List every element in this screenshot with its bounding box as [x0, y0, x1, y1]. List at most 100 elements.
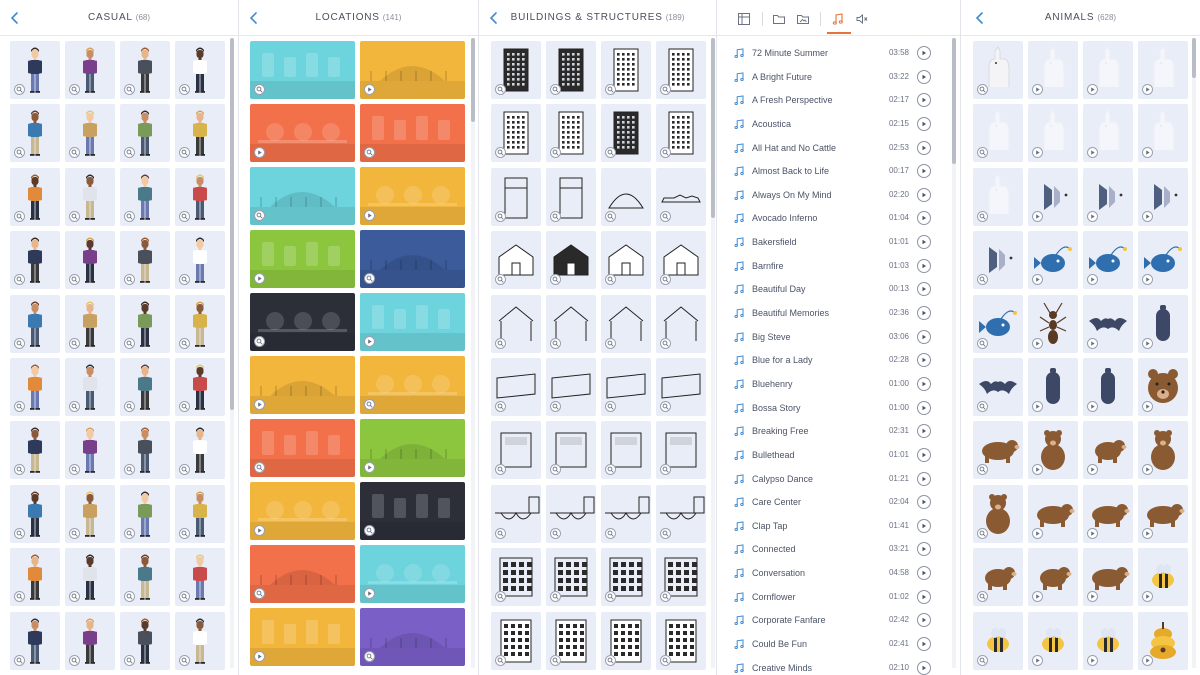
scrollbar-thumb[interactable]: [1192, 38, 1196, 78]
music-track-row[interactable]: Cornflower 01:02: [717, 586, 939, 610]
music-track-row[interactable]: Bluehenry 01:00: [717, 373, 939, 397]
animal-tile[interactable]: [1028, 484, 1078, 543]
play-badge[interactable]: [1032, 400, 1043, 412]
building-tile[interactable]: [656, 167, 706, 226]
animal-tile[interactable]: [1028, 41, 1078, 99]
location-tile[interactable]: [360, 230, 465, 288]
character-tile[interactable]: [65, 421, 115, 480]
zoom-badge[interactable]: [605, 654, 616, 666]
zoom-badge[interactable]: [605, 527, 616, 539]
building-tile[interactable]: [546, 41, 596, 99]
zoom-badge[interactable]: [977, 654, 988, 666]
music-track-row[interactable]: Care Center 02:04: [717, 491, 939, 515]
scrollbar-thumb[interactable]: [952, 38, 956, 164]
play-badge[interactable]: [1142, 84, 1153, 95]
animal-tile[interactable]: [1028, 294, 1078, 353]
music-track-row[interactable]: Avocado Inferno 01:04: [717, 207, 939, 231]
character-tile[interactable]: [120, 548, 170, 607]
character-tile[interactable]: [120, 484, 170, 543]
character-tile[interactable]: [10, 167, 60, 226]
play-badge[interactable]: [1032, 210, 1043, 222]
play-badge[interactable]: [364, 462, 375, 473]
location-tile[interactable]: [250, 104, 355, 162]
building-tile[interactable]: [656, 484, 706, 543]
zoom-badge[interactable]: [69, 400, 80, 412]
character-tile[interactable]: [175, 421, 225, 480]
play-badge[interactable]: [1142, 337, 1153, 349]
tab-folder[interactable]: [768, 8, 790, 30]
music-track-row[interactable]: Beautiful Day 00:13: [717, 278, 939, 302]
zoom-badge[interactable]: [550, 654, 561, 666]
animal-tile[interactable]: [1028, 548, 1078, 607]
zoom-badge[interactable]: [254, 462, 265, 473]
play-button[interactable]: [917, 164, 931, 179]
play-badge[interactable]: [364, 336, 375, 347]
building-tile[interactable]: [491, 548, 541, 607]
animal-tile[interactable]: [973, 421, 1023, 480]
zoom-badge[interactable]: [495, 527, 506, 539]
building-tile[interactable]: [491, 104, 541, 163]
character-tile[interactable]: [175, 104, 225, 163]
zoom-badge[interactable]: [977, 84, 988, 95]
animal-tile[interactable]: [1138, 104, 1188, 163]
building-tile[interactable]: [546, 421, 596, 480]
location-tile[interactable]: [360, 419, 465, 477]
zoom-badge[interactable]: [605, 337, 616, 349]
animal-tile[interactable]: [1138, 548, 1188, 607]
zoom-badge[interactable]: [14, 527, 25, 539]
zoom-badge[interactable]: [364, 399, 375, 410]
character-tile[interactable]: [120, 611, 170, 670]
zoom-badge[interactable]: [364, 273, 375, 284]
location-tile[interactable]: [360, 608, 465, 666]
play-badge[interactable]: [364, 588, 375, 599]
zoom-badge[interactable]: [660, 84, 671, 95]
character-tile[interactable]: [120, 231, 170, 290]
zoom-badge[interactable]: [364, 525, 375, 536]
location-tile[interactable]: [360, 545, 465, 603]
zoom-badge[interactable]: [660, 654, 671, 666]
zoom-badge[interactable]: [179, 654, 190, 666]
music-track-row[interactable]: Clap Tap 01:41: [717, 515, 939, 539]
zoom-badge[interactable]: [124, 337, 135, 349]
play-badge[interactable]: [1142, 400, 1153, 412]
character-tile[interactable]: [65, 167, 115, 226]
zoom-badge[interactable]: [124, 654, 135, 666]
location-tile[interactable]: [250, 167, 355, 225]
back-button[interactable]: [8, 11, 22, 25]
music-track-row[interactable]: Conversation 04:58: [717, 562, 939, 586]
character-tile[interactable]: [175, 357, 225, 416]
building-tile[interactable]: [491, 357, 541, 416]
animal-tile[interactable]: [1083, 167, 1133, 226]
animal-tile[interactable]: [1083, 548, 1133, 607]
zoom-badge[interactable]: [14, 400, 25, 412]
building-tile[interactable]: [491, 231, 541, 290]
animal-tile[interactable]: [1028, 167, 1078, 226]
animal-tile[interactable]: [973, 357, 1023, 416]
building-tile[interactable]: [656, 104, 706, 163]
character-tile[interactable]: [175, 167, 225, 226]
building-tile[interactable]: [491, 421, 541, 480]
zoom-badge[interactable]: [124, 400, 135, 412]
zoom-badge[interactable]: [550, 337, 561, 349]
music-track-row[interactable]: Big Steve 03:06: [717, 326, 939, 350]
animal-tile[interactable]: [1083, 484, 1133, 543]
music-track-row[interactable]: Bakersfield 01:01: [717, 231, 939, 255]
play-button[interactable]: [917, 589, 931, 604]
play-badge[interactable]: [1032, 84, 1043, 95]
play-badge[interactable]: [1142, 210, 1153, 222]
play-button[interactable]: [917, 211, 931, 226]
animal-tile[interactable]: [1138, 484, 1188, 543]
location-tile[interactable]: [360, 167, 465, 225]
building-tile[interactable]: [656, 294, 706, 353]
character-tile[interactable]: [65, 41, 115, 99]
music-track-row[interactable]: A Bright Future 03:22: [717, 66, 939, 90]
zoom-badge[interactable]: [124, 210, 135, 222]
character-tile[interactable]: [10, 231, 60, 290]
play-button[interactable]: [917, 376, 931, 391]
scrollbar-track[interactable]: [471, 38, 475, 668]
animal-tile[interactable]: [973, 611, 1023, 670]
character-tile[interactable]: [65, 294, 115, 353]
building-tile[interactable]: [601, 167, 651, 226]
scrollbar-track[interactable]: [1192, 38, 1196, 668]
play-badge[interactable]: [1142, 527, 1153, 539]
